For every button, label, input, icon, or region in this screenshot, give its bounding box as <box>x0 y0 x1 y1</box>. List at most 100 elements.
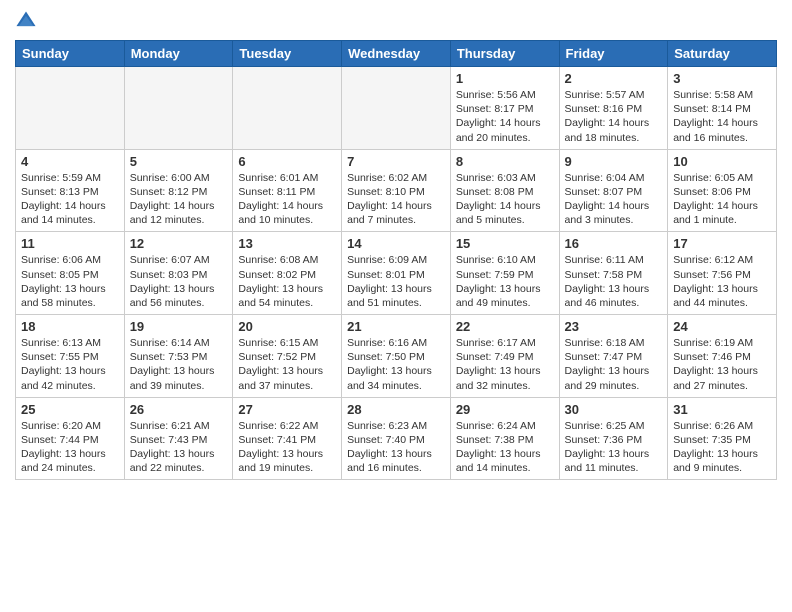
cell-info: Sunrise: 6:21 AM Sunset: 7:43 PM Dayligh… <box>130 419 228 476</box>
calendar-cell: 27Sunrise: 6:22 AM Sunset: 7:41 PM Dayli… <box>233 397 342 480</box>
cell-info: Sunrise: 6:02 AM Sunset: 8:10 PM Dayligh… <box>347 171 445 228</box>
calendar-cell: 8 Sunrise: 6:03 AM Sunset: 8:08 PM Daylig… <box>450 149 559 232</box>
calendar-cell: 14 Sunrise: 6:09 AM Sunset: 8:01 PM Dayli… <box>342 232 451 315</box>
day-number: 17 <box>673 236 771 251</box>
calendar-cell: 16 Sunrise: 6:11 AM Sunset: 7:58 PM Dayli… <box>559 232 668 315</box>
day-number: 21 <box>347 319 445 334</box>
day-header-wednesday: Wednesday <box>342 41 451 67</box>
week-row-2: 4 Sunrise: 5:59 AM Sunset: 8:13 PM Daylig… <box>16 149 777 232</box>
day-number: 15 <box>456 236 554 251</box>
day-header-sunday: Sunday <box>16 41 125 67</box>
day-number: 28 <box>347 402 445 417</box>
day-header-monday: Monday <box>124 41 233 67</box>
day-number: 9 <box>565 154 663 169</box>
cell-info: Sunrise: 6:11 AM Sunset: 7:58 PM Dayligh… <box>565 253 663 310</box>
calendar-header-row: SundayMondayTuesdayWednesdayThursdayFrid… <box>16 41 777 67</box>
day-number: 29 <box>456 402 554 417</box>
calendar-cell: 17Sunrise: 6:12 AM Sunset: 7:56 PM Dayli… <box>668 232 777 315</box>
day-number: 25 <box>21 402 119 417</box>
header <box>15 10 777 32</box>
calendar-cell: 22 Sunrise: 6:17 AM Sunset: 7:49 PM Dayli… <box>450 315 559 398</box>
calendar-table: SundayMondayTuesdayWednesdayThursdayFrid… <box>15 40 777 480</box>
cell-info: Sunrise: 5:59 AM Sunset: 8:13 PM Dayligh… <box>21 171 119 228</box>
day-number: 10 <box>673 154 771 169</box>
calendar-cell: 26 Sunrise: 6:21 AM Sunset: 7:43 PM Dayli… <box>124 397 233 480</box>
day-header-thursday: Thursday <box>450 41 559 67</box>
cell-info: Sunrise: 6:14 AM Sunset: 7:53 PM Dayligh… <box>130 336 228 393</box>
day-number: 3 <box>673 71 771 86</box>
calendar-cell: 18Sunrise: 6:13 AM Sunset: 7:55 PM Dayli… <box>16 315 125 398</box>
cell-info: Sunrise: 6:00 AM Sunset: 8:12 PM Dayligh… <box>130 171 228 228</box>
day-number: 19 <box>130 319 228 334</box>
cell-info: Sunrise: 6:26 AM Sunset: 7:35 PM Dayligh… <box>673 419 771 476</box>
cell-info: Sunrise: 6:20 AM Sunset: 7:44 PM Dayligh… <box>21 419 119 476</box>
logo-icon <box>15 10 37 32</box>
calendar-cell: 15 Sunrise: 6:10 AM Sunset: 7:59 PM Dayli… <box>450 232 559 315</box>
day-number: 8 <box>456 154 554 169</box>
cell-info: Sunrise: 6:04 AM Sunset: 8:07 PM Dayligh… <box>565 171 663 228</box>
calendar-cell: 23Sunrise: 6:18 AM Sunset: 7:47 PM Dayli… <box>559 315 668 398</box>
day-number: 23 <box>565 319 663 334</box>
cell-info: Sunrise: 6:10 AM Sunset: 7:59 PM Dayligh… <box>456 253 554 310</box>
calendar-cell: 7Sunrise: 6:02 AM Sunset: 8:10 PM Daylig… <box>342 149 451 232</box>
calendar-cell: 3Sunrise: 5:58 AM Sunset: 8:14 PM Daylig… <box>668 67 777 150</box>
cell-info: Sunrise: 6:17 AM Sunset: 7:49 PM Dayligh… <box>456 336 554 393</box>
week-row-3: 11 Sunrise: 6:06 AM Sunset: 8:05 PM Dayli… <box>16 232 777 315</box>
cell-info: Sunrise: 6:07 AM Sunset: 8:03 PM Dayligh… <box>130 253 228 310</box>
cell-info: Sunrise: 6:06 AM Sunset: 8:05 PM Dayligh… <box>21 253 119 310</box>
calendar-cell: 21 Sunrise: 6:16 AM Sunset: 7:50 PM Dayli… <box>342 315 451 398</box>
day-number: 20 <box>238 319 336 334</box>
day-number: 14 <box>347 236 445 251</box>
day-header-friday: Friday <box>559 41 668 67</box>
cell-info: Sunrise: 6:23 AM Sunset: 7:40 PM Dayligh… <box>347 419 445 476</box>
day-number: 27 <box>238 402 336 417</box>
day-number: 13 <box>238 236 336 251</box>
day-number: 31 <box>673 402 771 417</box>
day-header-saturday: Saturday <box>668 41 777 67</box>
cell-info: Sunrise: 6:01 AM Sunset: 8:11 PM Dayligh… <box>238 171 336 228</box>
day-number: 1 <box>456 71 554 86</box>
calendar-cell: 9 Sunrise: 6:04 AM Sunset: 8:07 PM Daylig… <box>559 149 668 232</box>
calendar-cell: 10 Sunrise: 6:05 AM Sunset: 8:06 PM Dayli… <box>668 149 777 232</box>
day-number: 5 <box>130 154 228 169</box>
cell-info: Sunrise: 5:56 AM Sunset: 8:17 PM Dayligh… <box>456 88 554 145</box>
day-number: 16 <box>565 236 663 251</box>
calendar-cell <box>16 67 125 150</box>
page: SundayMondayTuesdayWednesdayThursdayFrid… <box>0 0 792 490</box>
cell-info: Sunrise: 5:57 AM Sunset: 8:16 PM Dayligh… <box>565 88 663 145</box>
week-row-4: 18Sunrise: 6:13 AM Sunset: 7:55 PM Dayli… <box>16 315 777 398</box>
cell-info: Sunrise: 6:25 AM Sunset: 7:36 PM Dayligh… <box>565 419 663 476</box>
calendar-cell: 12 Sunrise: 6:07 AM Sunset: 8:03 PM Dayli… <box>124 232 233 315</box>
cell-info: Sunrise: 6:03 AM Sunset: 8:08 PM Dayligh… <box>456 171 554 228</box>
cell-info: Sunrise: 6:15 AM Sunset: 7:52 PM Dayligh… <box>238 336 336 393</box>
calendar-cell <box>342 67 451 150</box>
week-row-1: 1 Sunrise: 5:56 AM Sunset: 8:17 PM Daylig… <box>16 67 777 150</box>
day-number: 2 <box>565 71 663 86</box>
day-number: 11 <box>21 236 119 251</box>
calendar-cell: 1 Sunrise: 5:56 AM Sunset: 8:17 PM Daylig… <box>450 67 559 150</box>
calendar-cell: 11 Sunrise: 6:06 AM Sunset: 8:05 PM Dayli… <box>16 232 125 315</box>
day-number: 6 <box>238 154 336 169</box>
cell-info: Sunrise: 6:05 AM Sunset: 8:06 PM Dayligh… <box>673 171 771 228</box>
day-header-tuesday: Tuesday <box>233 41 342 67</box>
day-number: 12 <box>130 236 228 251</box>
logo <box>15 10 41 32</box>
day-number: 24 <box>673 319 771 334</box>
calendar-cell: 4 Sunrise: 5:59 AM Sunset: 8:13 PM Daylig… <box>16 149 125 232</box>
calendar-cell: 24 Sunrise: 6:19 AM Sunset: 7:46 PM Dayli… <box>668 315 777 398</box>
day-number: 4 <box>21 154 119 169</box>
cell-info: Sunrise: 6:09 AM Sunset: 8:01 PM Dayligh… <box>347 253 445 310</box>
calendar-cell <box>124 67 233 150</box>
cell-info: Sunrise: 6:16 AM Sunset: 7:50 PM Dayligh… <box>347 336 445 393</box>
calendar-cell: 13Sunrise: 6:08 AM Sunset: 8:02 PM Dayli… <box>233 232 342 315</box>
calendar-cell: 6 Sunrise: 6:01 AM Sunset: 8:11 PM Daylig… <box>233 149 342 232</box>
cell-info: Sunrise: 6:19 AM Sunset: 7:46 PM Dayligh… <box>673 336 771 393</box>
calendar-cell: 29 Sunrise: 6:24 AM Sunset: 7:38 PM Dayli… <box>450 397 559 480</box>
calendar-cell: 31 Sunrise: 6:26 AM Sunset: 7:35 PM Dayli… <box>668 397 777 480</box>
calendar-cell: 2 Sunrise: 5:57 AM Sunset: 8:16 PM Daylig… <box>559 67 668 150</box>
day-number: 22 <box>456 319 554 334</box>
calendar-cell: 5 Sunrise: 6:00 AM Sunset: 8:12 PM Daylig… <box>124 149 233 232</box>
cell-info: Sunrise: 6:24 AM Sunset: 7:38 PM Dayligh… <box>456 419 554 476</box>
day-number: 26 <box>130 402 228 417</box>
calendar-cell: 28 Sunrise: 6:23 AM Sunset: 7:40 PM Dayli… <box>342 397 451 480</box>
